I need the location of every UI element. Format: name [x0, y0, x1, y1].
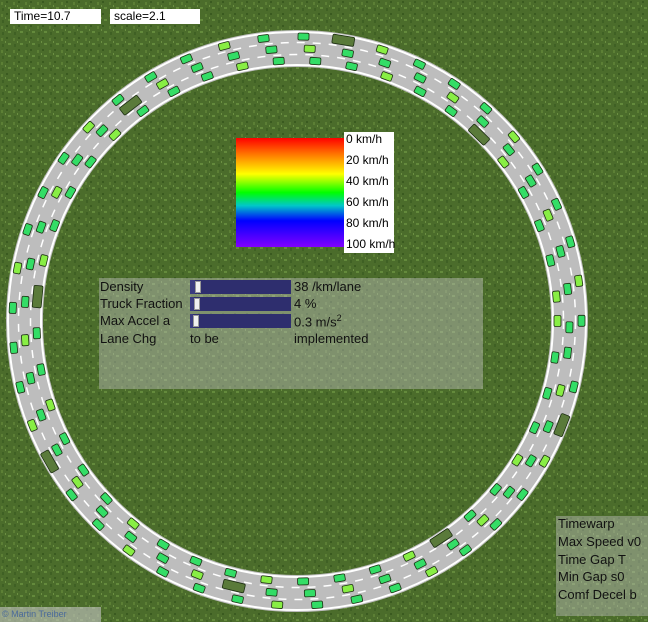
car	[260, 575, 273, 585]
scale-label-20: 20 km/h	[346, 153, 389, 167]
max-speed-control[interactable]: Max Speed v0	[558, 534, 641, 549]
scale-label-100: 100 km/h	[346, 237, 396, 251]
truck-fraction-slider-knob[interactable]	[194, 298, 200, 310]
max-accel-slider[interactable]	[190, 314, 291, 328]
parameter-panel: Density 38 /km/lane Truck Fraction 4 % M…	[99, 278, 483, 389]
scale-display: scale=2.1	[110, 9, 200, 24]
max-accel-slider-knob[interactable]	[193, 315, 199, 327]
car	[563, 282, 572, 296]
car	[36, 363, 46, 376]
car	[563, 346, 572, 359]
scale-label-40: 40 km/h	[346, 174, 389, 188]
time-gap-control[interactable]: Time Gap T	[558, 552, 626, 567]
max-accel-label: Max Accel a	[100, 313, 171, 328]
truck-fraction-label: Truck Fraction	[100, 296, 183, 311]
max-accel-value-text: 0.3 m/s	[294, 314, 337, 330]
car	[341, 584, 355, 594]
car	[309, 56, 322, 66]
truck-fraction-value: 4 %	[294, 296, 317, 311]
car	[21, 295, 30, 308]
car	[21, 334, 30, 347]
density-row: Density 38 /km/lane	[99, 279, 483, 296]
scale-label-60: 60 km/h	[346, 195, 389, 209]
speed-color-scale	[236, 138, 344, 247]
car	[552, 290, 561, 303]
car	[12, 261, 23, 275]
density-label: Density	[100, 279, 144, 294]
car	[303, 44, 316, 53]
density-value: 38 /km/lane	[294, 279, 362, 294]
car	[257, 34, 270, 43]
density-slider[interactable]	[190, 280, 291, 294]
car	[303, 589, 316, 598]
truck-fraction-slider[interactable]	[190, 297, 291, 311]
car	[577, 314, 586, 327]
lane-change-value-a: to be	[190, 331, 219, 346]
car	[272, 56, 285, 66]
car	[333, 573, 346, 583]
car	[297, 32, 310, 41]
truck-fraction-row: Truck Fraction 4 %	[99, 296, 483, 313]
comf-decel-control[interactable]: Comf Decel b	[558, 587, 637, 602]
car	[550, 351, 560, 364]
timewarp-control[interactable]: Timewarp	[558, 516, 615, 531]
right-parameter-panel: Timewarp Max Speed v0 Time Gap T Min Gap…	[556, 516, 648, 616]
car	[265, 588, 278, 597]
car	[311, 600, 324, 609]
lane-change-row: Lane Chg to be implemented	[99, 331, 483, 348]
car	[565, 321, 574, 334]
car	[8, 301, 17, 314]
min-gap-control[interactable]: Min Gap s0	[558, 569, 624, 584]
car	[9, 341, 19, 354]
scale-label-0: 0 km/h	[346, 132, 383, 146]
lane-change-label: Lane Chg	[100, 331, 157, 346]
time-display: Time=10.7	[10, 9, 101, 24]
car	[265, 45, 278, 54]
car	[553, 315, 562, 327]
max-accel-value: 0.3 m/s2	[294, 313, 342, 329]
density-slider-knob[interactable]	[195, 281, 201, 293]
truck	[31, 284, 44, 309]
lane-change-value-b: implemented	[294, 331, 369, 346]
max-accel-unit-exponent: 2	[336, 313, 342, 323]
car	[341, 48, 354, 58]
scale-label-80: 80 km/h	[346, 216, 389, 230]
max-accel-row: Max Accel a 0.3 m/s2	[99, 313, 483, 330]
car	[271, 600, 284, 609]
copyright-notice[interactable]: © Martin Treiber	[0, 607, 101, 622]
car	[574, 274, 584, 288]
car	[297, 577, 310, 586]
car	[32, 327, 41, 340]
speed-scale-labels: 0 km/h 20 km/h 40 km/h 60 km/h 80 km/h 1…	[344, 132, 396, 253]
